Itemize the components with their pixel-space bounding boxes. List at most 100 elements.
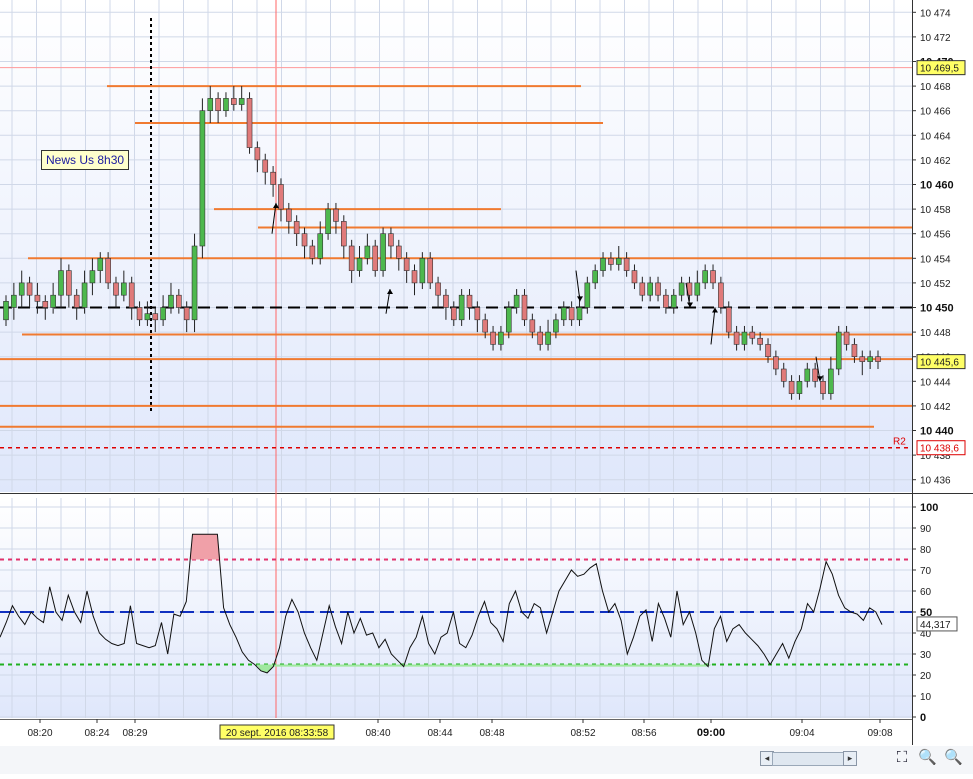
osc-tick-label: 70 [920, 566, 932, 577]
y-tick-label: 10 460 [920, 180, 954, 192]
candle-body [427, 257, 434, 284]
x-tick-label: 08:20 [27, 728, 52, 739]
y-tick-label: 10 454 [920, 254, 951, 265]
x-tick-label: 08:40 [365, 728, 390, 739]
candle-body [466, 294, 473, 308]
candle-body [576, 307, 583, 321]
candle-body [741, 331, 748, 345]
candle-body [757, 337, 763, 345]
candle-body [403, 257, 410, 271]
x-tick-label: 09:08 [867, 728, 892, 739]
candle-body [262, 159, 269, 173]
candle-body [733, 331, 740, 345]
candle-body [215, 98, 221, 112]
candle-body [113, 282, 119, 296]
candle-body [325, 208, 331, 235]
y-tick-label: 10 452 [920, 279, 951, 290]
candle-body [395, 245, 402, 259]
candle-body [592, 270, 598, 284]
candle-body [199, 110, 206, 247]
candle-body [348, 245, 355, 271]
candle-body [419, 257, 426, 284]
candle-body [183, 307, 190, 321]
candle-body [608, 257, 614, 265]
candle-body [560, 307, 567, 321]
candle-body [191, 245, 198, 321]
candle-body [223, 98, 229, 112]
candle-body [128, 282, 135, 308]
candle-body [341, 221, 347, 247]
overbought-fill [189, 534, 221, 560]
candle-body [18, 282, 25, 296]
candle-body [26, 282, 33, 296]
candle-body [136, 307, 143, 321]
candle-body [615, 257, 622, 265]
candle-body [388, 233, 394, 247]
candle-body [490, 331, 496, 345]
scroll-right-button[interactable]: ▸ [843, 751, 857, 766]
candle-body [796, 380, 803, 394]
osc-tick-label: 60 [920, 587, 932, 598]
news-annotation: News Us 8h30 [41, 150, 130, 170]
horizontal-scrollbar[interactable] [772, 752, 844, 766]
candle-body [623, 257, 630, 271]
candle-body [176, 294, 182, 308]
osc-tick-label: 80 [920, 545, 932, 556]
candle-body [372, 245, 379, 271]
fit-screen-icon[interactable]: ⛶ [893, 749, 911, 767]
candle-body [309, 245, 316, 259]
candle-body [435, 282, 441, 296]
candle-body [568, 307, 575, 321]
y-tick-label: 10 440 [920, 426, 954, 438]
osc-tick-label: 0 [920, 712, 926, 724]
candle-body [246, 98, 253, 148]
candle-body [828, 368, 834, 394]
candle-body [859, 356, 866, 362]
candle-body [89, 270, 96, 284]
x-tick-label: 08:44 [427, 728, 452, 739]
osc-tick-label: 90 [920, 524, 932, 535]
candle-body [81, 282, 88, 308]
candle-body [380, 233, 386, 271]
candle-body [278, 184, 284, 210]
zoom-out-icon[interactable]: 🔍 [918, 749, 937, 767]
x-tick-label: 08:48 [479, 728, 504, 739]
x-tick-label: 08:56 [631, 728, 656, 739]
y-tick-label: 10 436 [920, 476, 951, 487]
candle-body [286, 208, 292, 222]
candle-body [505, 307, 512, 333]
y-tick-label: 10 472 [920, 33, 951, 44]
candle-body [364, 245, 371, 259]
candle-body [529, 319, 536, 333]
zoom-in-icon[interactable]: 🔍 [944, 749, 963, 767]
candle-body [168, 294, 174, 308]
candle-body [639, 282, 646, 296]
candle-body [718, 282, 724, 308]
y-tick-label: 10 466 [920, 107, 951, 118]
osc-tick-label: 20 [920, 671, 932, 682]
y-tick-label: 10 468 [920, 82, 951, 93]
candle-body [875, 356, 881, 362]
price-label: 10 438,6 [920, 444, 959, 455]
candle-body [3, 301, 9, 321]
candle-body [474, 307, 481, 321]
candle-body [749, 331, 756, 339]
y-tick-label: 10 456 [920, 230, 951, 241]
candle-body [144, 313, 151, 321]
candle-body [73, 294, 80, 308]
candle-body [11, 294, 17, 308]
candle-body [647, 282, 653, 296]
y-tick-label: 10 444 [920, 377, 951, 388]
candle-body [450, 307, 457, 321]
candle-body [160, 307, 166, 321]
chart-area[interactable]: 10 43610 43810 44010 44210 44410 44610 4… [0, 0, 973, 774]
candle-body [42, 301, 49, 308]
candle-body [553, 319, 559, 333]
x-tick-label: 08:52 [570, 728, 595, 739]
candle-body [537, 331, 543, 345]
candle-body [820, 380, 826, 394]
candle-body [600, 257, 606, 271]
candle-body [207, 98, 214, 112]
candle-body [97, 257, 104, 271]
r2-label: R2 [893, 437, 906, 448]
